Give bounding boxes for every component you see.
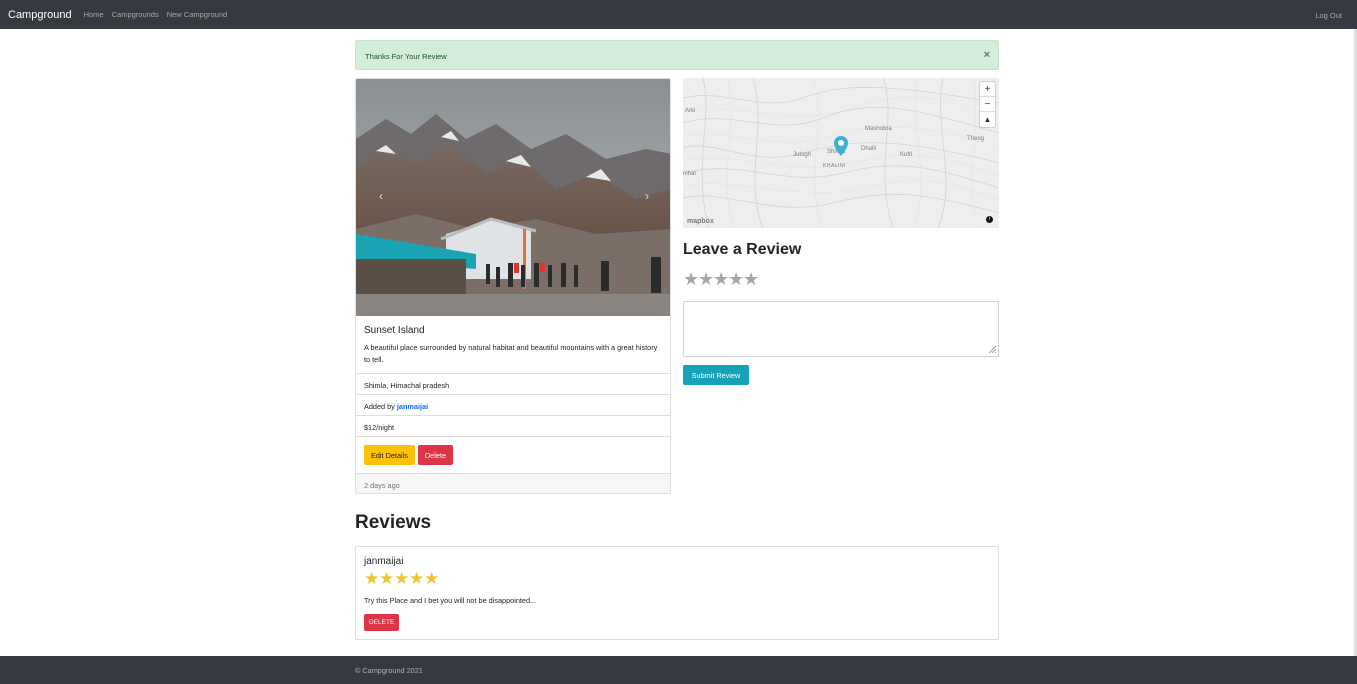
map-marker-icon[interactable]	[834, 136, 848, 156]
author-link[interactable]: janmaijai	[397, 402, 428, 411]
review-item: janmaijai ★ ★ ★ ★ ★ Try this Place and I…	[355, 546, 999, 640]
resize-handle-icon[interactable]	[988, 345, 997, 354]
mapbox-logo[interactable]: mapbox	[687, 218, 714, 225]
compass-button[interactable]: ▲	[980, 112, 995, 127]
star-icon[interactable]: ★	[683, 269, 699, 289]
card-actions: Edit Details Delete	[356, 436, 670, 473]
submit-review-button[interactable]: Submit Review	[683, 365, 749, 385]
campground-description: A beautiful place surrounded by natural …	[364, 343, 658, 364]
star-rating-input: ★ ★ ★ ★ ★	[683, 269, 759, 289]
zoom-out-button[interactable]: −	[980, 97, 995, 112]
map-label-khalini: KHALINI	[823, 163, 846, 169]
map-label-arki: Arki	[685, 108, 696, 114]
map-label-sihar: nihar	[683, 171, 697, 177]
star-icon: ★	[424, 569, 440, 588]
nav-home-link[interactable]: Home	[84, 10, 104, 19]
success-alert: Thanks For Your Review ×	[355, 40, 999, 70]
logout-link[interactable]: Log Out	[1315, 11, 1342, 20]
star-icon[interactable]: ★	[728, 269, 744, 289]
leave-review-heading: Leave a Review	[683, 241, 802, 258]
map-label-jutogh: Jutogh	[793, 152, 812, 158]
navbar: Campground Home Campgrounds New Campgrou…	[0, 0, 1357, 29]
campground-title: Sunset Island	[364, 325, 425, 336]
footer: © Campground 2021	[0, 656, 1357, 684]
delete-review-button[interactable]: DELETE	[364, 614, 400, 631]
star-icon: ★	[409, 569, 425, 588]
map-controls: + − ▲	[980, 82, 995, 127]
map-label-dhalli: Dhalli	[861, 146, 877, 152]
close-icon[interactable]: ×	[984, 49, 990, 61]
footer-copyright: © Campground 2021	[355, 666, 423, 675]
posted-time: 2 days ago	[356, 473, 670, 493]
campground-card: ‹ › Sunset Island A beautiful place surr…	[355, 78, 671, 494]
map-label-theog: Theog	[967, 136, 985, 142]
brand-link[interactable]: Campground	[8, 9, 72, 21]
map-label-kufri: Kufri	[900, 152, 913, 158]
review-author: janmaijai	[364, 556, 404, 567]
star-icon[interactable]: ★	[743, 269, 759, 289]
campground-photo	[356, 79, 670, 316]
info-icon[interactable]: i	[986, 216, 993, 223]
review-text: Try this Place and I bet you will not be…	[364, 596, 537, 605]
review-rating: ★ ★ ★ ★ ★	[364, 570, 990, 588]
added-by-label: Added by	[364, 402, 397, 411]
star-icon: ★	[394, 569, 410, 588]
alert-message: Thanks For Your Review	[365, 52, 447, 61]
nav-campgrounds-link[interactable]: Campgrounds	[112, 10, 159, 19]
campground-map[interactable]: Arki Mashobra Theog Jutogh Shimla Dhalli…	[683, 78, 999, 228]
campground-price: $12/night	[356, 415, 670, 436]
star-icon: ★	[379, 569, 395, 588]
carousel-prev-icon[interactable]: ‹	[374, 189, 388, 203]
card-body: Sunset Island A beautiful place surround…	[356, 316, 670, 373]
review-text-input[interactable]	[683, 301, 999, 357]
edit-details-button[interactable]: Edit Details	[364, 445, 415, 465]
map-label-mashobra: Mashobra	[865, 126, 892, 132]
star-icon: ★	[364, 569, 380, 588]
nav-new-campground-link[interactable]: New Campground	[167, 10, 227, 19]
image-carousel: ‹ ›	[356, 79, 670, 316]
carousel-next-icon[interactable]: ›	[640, 189, 654, 203]
delete-campground-button[interactable]: Delete	[417, 445, 453, 465]
reviews-heading: Reviews	[355, 512, 432, 533]
zoom-in-button[interactable]: +	[980, 82, 995, 97]
campground-location: Shimla, Himachal pradesh	[356, 373, 670, 394]
star-icon[interactable]: ★	[713, 269, 729, 289]
star-icon[interactable]: ★	[698, 269, 714, 289]
campground-author-row: Added by janmaijai	[356, 394, 670, 415]
